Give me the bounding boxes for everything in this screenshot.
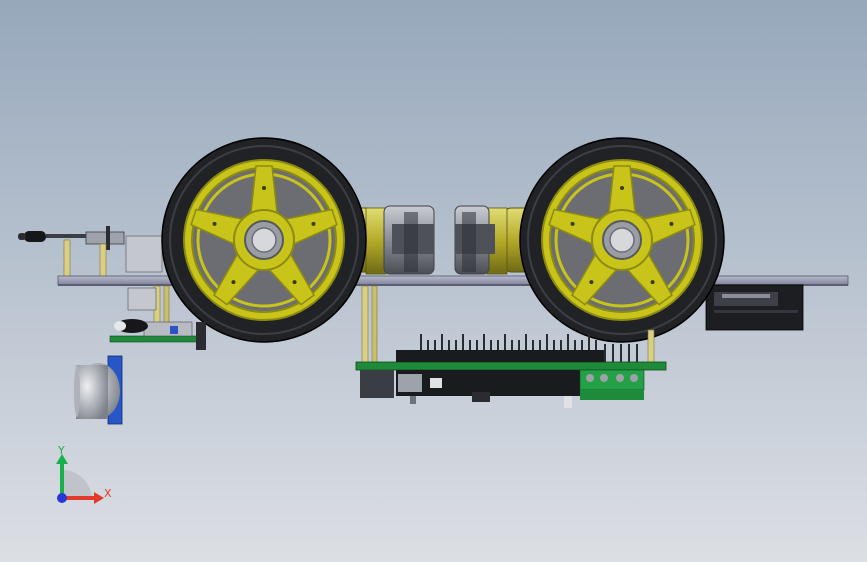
header-pin: [636, 344, 638, 362]
header-pin: [434, 340, 436, 350]
header-pin: [483, 334, 485, 350]
header-pin: [628, 344, 630, 362]
header-pin: [574, 340, 576, 350]
header-pin: [476, 340, 478, 350]
header-pin: [518, 340, 520, 350]
header-pin: [504, 334, 506, 350]
header-pin: [420, 334, 422, 350]
y-axis-label: Y: [57, 444, 65, 457]
wheel-front[interactable]: [161, 137, 367, 343]
header-pin: [546, 334, 548, 350]
header-pin: [497, 340, 499, 350]
header-pin: [448, 340, 450, 350]
header-pin: [532, 340, 534, 350]
header-pin: [567, 334, 569, 350]
header-pin: [553, 340, 555, 350]
header-pin: [441, 334, 443, 350]
triad-origin: [57, 493, 67, 503]
robot-car-assembly-drawing: Y X: [0, 0, 867, 562]
header-pin: [612, 344, 614, 362]
x-axis-label: X: [104, 487, 112, 500]
header-pin: [490, 340, 492, 350]
header-pin: [604, 344, 606, 362]
header-pin: [539, 340, 541, 350]
header-pin: [427, 340, 429, 350]
header-pin: [620, 344, 622, 362]
wheel-rear[interactable]: [519, 137, 725, 343]
header-pin: [469, 340, 471, 350]
header-pin: [595, 340, 597, 350]
header-pin: [455, 340, 457, 350]
header-pin: [588, 334, 590, 350]
header-pin: [560, 340, 562, 350]
header-pin: [581, 340, 583, 350]
header-pin: [525, 334, 527, 350]
cad-viewport[interactable]: Y X: [0, 0, 867, 562]
header-pin: [462, 334, 464, 350]
battery-holder[interactable]: [705, 284, 804, 331]
header-pin: [511, 340, 513, 350]
ultrasonic-sensor[interactable]: [74, 355, 123, 425]
